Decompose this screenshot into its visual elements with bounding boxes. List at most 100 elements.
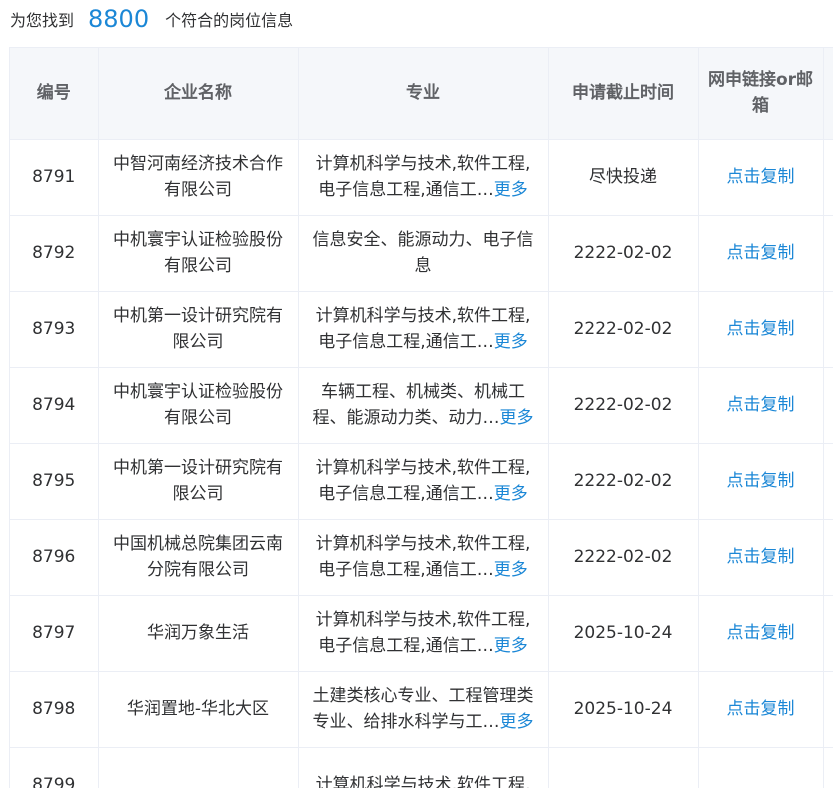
- row-apply-cell: 点击复制: [698, 367, 824, 444]
- more-link[interactable]: 更多: [494, 180, 528, 200]
- row-id: 8793: [10, 291, 99, 368]
- row-id: 8799: [10, 747, 99, 788]
- row-id: 8795: [10, 443, 99, 520]
- result-suffix: 个符合的岗位信息: [165, 11, 294, 30]
- row-deadline: 2025-10-24: [548, 595, 699, 672]
- row-extra: [823, 291, 833, 368]
- row-major-text: 信息安全、能源动力、电子信息: [312, 230, 534, 276]
- row-apply-cell: 点击复制: [698, 671, 824, 748]
- row-deadline: 2222-02-02: [548, 443, 699, 520]
- row-company: 中机寰宇认证检验股份有限公司: [98, 215, 299, 292]
- row-major-text: 计算机科学与技术,软件工程,: [315, 775, 531, 788]
- row-company: 中机第一设计研究院有限公司: [98, 443, 299, 520]
- row-major-wrap: 计算机科学与技术,软件工程,: [309, 772, 538, 788]
- row-company: 中机寰宇认证检验股份有限公司: [98, 367, 299, 444]
- row-id: 8792: [10, 215, 99, 292]
- more-link[interactable]: 更多: [494, 560, 528, 580]
- row-major: 土建类核心专业、工程管理类专业、给排水科学与工…更多: [298, 671, 549, 748]
- row-deadline: [548, 747, 699, 788]
- table-row: 8796 中国机械总院集团云南分院有限公司 计算机科学与技术,软件工程,电子信息工程…: [10, 519, 833, 596]
- row-major-wrap: 计算机科学与技术,软件工程,电子信息工程,通信工…更多: [309, 303, 538, 355]
- row-major: 计算机科学与技术,软件工程,电子信息工程,通信工…更多: [298, 595, 549, 672]
- more-link[interactable]: 更多: [494, 484, 528, 504]
- row-extra: [823, 367, 833, 444]
- table-row: 8798 华润置地-华北大区 土建类核心专业、工程管理类专业、给排水科学与工…更多 2…: [10, 671, 833, 748]
- row-extra: [823, 595, 833, 672]
- row-deadline: 2222-02-02: [548, 519, 699, 596]
- row-deadline: 2222-02-02: [548, 215, 699, 292]
- copy-link-button[interactable]: 点击复制: [727, 623, 795, 643]
- row-major-text: 车辆工程、机械类、机械工程、能源动力类、动力…: [312, 382, 526, 428]
- header-id: 编号: [10, 48, 99, 140]
- row-company: [98, 747, 299, 788]
- more-link[interactable]: 更多: [494, 332, 528, 352]
- row-company: 中国机械总院集团云南分院有限公司: [98, 519, 299, 596]
- row-apply-cell: 点击复制: [698, 519, 824, 596]
- row-major-wrap: 计算机科学与技术,软件工程,电子信息工程,通信工…更多: [309, 455, 538, 507]
- row-id: 8794: [10, 367, 99, 444]
- row-major-wrap: 计算机科学与技术,软件工程,电子信息工程,通信工…更多: [309, 531, 538, 583]
- more-link[interactable]: 更多: [500, 408, 534, 428]
- copy-link-button[interactable]: 点击复制: [727, 167, 795, 187]
- copy-link-button[interactable]: 点击复制: [727, 243, 795, 263]
- more-link[interactable]: 更多: [494, 636, 528, 656]
- result-summary: 为您找到 8800 个符合的岗位信息: [10, 0, 293, 38]
- table-row: 8797 华润万象生活 计算机科学与技术,软件工程,电子信息工程,通信工…更多 202…: [10, 595, 833, 672]
- table-row: 8794 中机寰宇认证检验股份有限公司 车辆工程、机械类、机械工程、能源动力类、动力…: [10, 367, 833, 444]
- row-deadline: 尽快投递: [548, 139, 699, 216]
- copy-link-button[interactable]: 点击复制: [727, 699, 795, 719]
- table-header-row: 编号 企业名称 专业 申请截止时间 网申链接or邮箱: [10, 48, 833, 140]
- row-major-wrap: 计算机科学与技术,软件工程,电子信息工程,通信工…更多: [309, 151, 538, 203]
- row-major: 计算机科学与技术,软件工程,电子信息工程,通信工…更多: [298, 291, 549, 368]
- row-company: 华润置地-华北大区: [98, 671, 299, 748]
- jobs-table-container[interactable]: 编号 企业名称 专业 申请截止时间 网申链接or邮箱 8791 中智河南经济技术合…: [9, 47, 833, 788]
- row-major: 计算机科学与技术,软件工程,: [298, 747, 549, 788]
- row-major: 信息安全、能源动力、电子信息: [298, 215, 549, 292]
- row-extra: [823, 139, 833, 216]
- row-apply-cell: 点击复制: [698, 139, 824, 216]
- table-row: 8799 计算机科学与技术,软件工程,: [10, 747, 833, 788]
- header-extra: [823, 48, 833, 140]
- more-link[interactable]: 更多: [500, 712, 534, 732]
- row-major: 计算机科学与技术,软件工程,电子信息工程,通信工…更多: [298, 519, 549, 596]
- row-id: 8791: [10, 139, 99, 216]
- row-major-wrap: 信息安全、能源动力、电子信息: [309, 227, 538, 279]
- header-company: 企业名称: [98, 48, 299, 140]
- row-extra: [823, 519, 833, 596]
- row-id: 8796: [10, 519, 99, 596]
- table-row: 8795 中机第一设计研究院有限公司 计算机科学与技术,软件工程,电子信息工程,通信…: [10, 443, 833, 520]
- row-extra: [823, 747, 833, 788]
- row-deadline: 2222-02-02: [548, 367, 699, 444]
- table-row: 8793 中机第一设计研究院有限公司 计算机科学与技术,软件工程,电子信息工程,通信…: [10, 291, 833, 368]
- row-company: 中机第一设计研究院有限公司: [98, 291, 299, 368]
- jobs-table: 编号 企业名称 专业 申请截止时间 网申链接or邮箱 8791 中智河南经济技术合…: [10, 48, 833, 788]
- result-prefix: 为您找到: [10, 11, 75, 30]
- row-extra: [823, 443, 833, 520]
- row-apply-cell: 点击复制: [698, 595, 824, 672]
- row-apply-cell: 点击复制: [698, 443, 824, 520]
- row-company: 华润万象生活: [98, 595, 299, 672]
- row-major: 计算机科学与技术,软件工程,电子信息工程,通信工…更多: [298, 139, 549, 216]
- row-major-wrap: 计算机科学与技术,软件工程,电子信息工程,通信工…更多: [309, 607, 538, 659]
- row-major-wrap: 土建类核心专业、工程管理类专业、给排水科学与工…更多: [309, 683, 538, 735]
- table-row: 8792 中机寰宇认证检验股份有限公司 信息安全、能源动力、电子信息 2222-02-…: [10, 215, 833, 292]
- row-extra: [823, 215, 833, 292]
- header-major: 专业: [298, 48, 549, 140]
- header-deadline: 申请截止时间: [548, 48, 699, 140]
- copy-link-button[interactable]: 点击复制: [727, 547, 795, 567]
- row-major: 计算机科学与技术,软件工程,电子信息工程,通信工…更多: [298, 443, 549, 520]
- table-row: 8791 中智河南经济技术合作有限公司 计算机科学与技术,软件工程,电子信息工程,通…: [10, 139, 833, 216]
- copy-link-button[interactable]: 点击复制: [727, 319, 795, 339]
- copy-link-button[interactable]: 点击复制: [727, 395, 795, 415]
- result-count: 8800: [88, 5, 150, 33]
- copy-link-button[interactable]: 点击复制: [727, 471, 795, 491]
- header-apply-link: 网申链接or邮箱: [698, 48, 824, 140]
- row-id: 8798: [10, 671, 99, 748]
- row-apply-cell: [698, 747, 824, 788]
- row-apply-cell: 点击复制: [698, 291, 824, 368]
- row-company: 中智河南经济技术合作有限公司: [98, 139, 299, 216]
- row-deadline: 2025-10-24: [548, 671, 699, 748]
- row-major-wrap: 车辆工程、机械类、机械工程、能源动力类、动力…更多: [309, 379, 538, 431]
- row-id: 8797: [10, 595, 99, 672]
- row-apply-cell: 点击复制: [698, 215, 824, 292]
